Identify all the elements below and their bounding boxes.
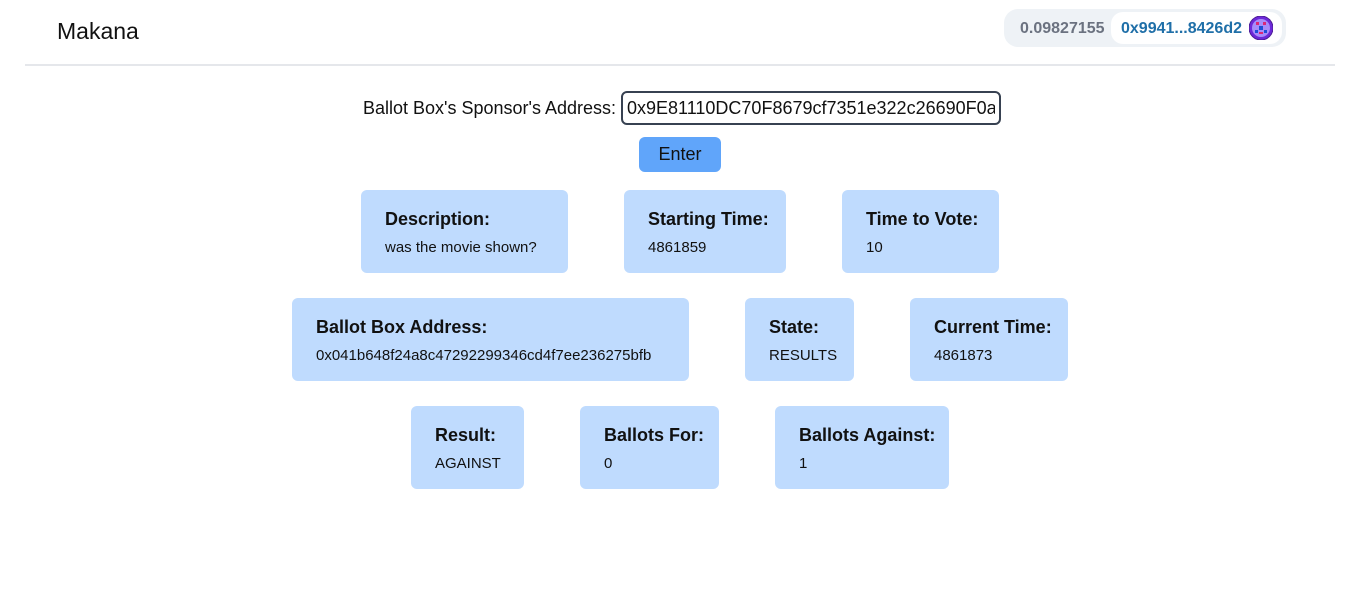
ballots-against-title: Ballots Against: xyxy=(799,425,936,445)
starting-time-value: 4861859 xyxy=(648,239,707,256)
ballots-for-value: 0 xyxy=(604,455,613,472)
description-title: Description: xyxy=(385,209,491,229)
wallet-widget[interactable]: 0.09827155 0x9941...8426d2 xyxy=(1004,9,1286,47)
starting-time-card: Starting Time: 4861859 xyxy=(624,190,786,273)
ballots-for-card: Ballots For: 0 xyxy=(580,406,719,489)
time-to-vote-value: 10 xyxy=(866,239,883,256)
state-title: State: xyxy=(769,317,820,337)
ballots-for-title: Ballots For: xyxy=(604,425,705,445)
current-time-title: Current Time: xyxy=(934,317,1052,337)
sponsor-address-row: Ballot Box's Sponsor's Address: xyxy=(363,91,1002,125)
ballots-against-card: Ballots Against: 1 xyxy=(775,406,949,489)
state-card: State: RESULTS xyxy=(745,298,854,381)
sponsor-address-label: Ballot Box's Sponsor's Address: xyxy=(363,97,617,118)
result-card: Result: AGAINST xyxy=(411,406,524,489)
ballot-box-address-title: Ballot Box Address: xyxy=(316,317,488,337)
ballot-box-address-value: 0x041b648f24a8c47292299346cd4f7ee236275b… xyxy=(316,347,652,364)
description-value: was the movie shown? xyxy=(385,239,537,256)
starting-time-title: Starting Time: xyxy=(648,209,769,229)
state-value: RESULTS xyxy=(769,347,838,364)
account-address: 0x9941...8426d2 xyxy=(1121,20,1242,37)
ballot-box-address-card: Ballot Box Address: 0x041b648f24a8c47292… xyxy=(292,298,689,381)
ballots-against-value: 1 xyxy=(799,455,808,472)
time-to-vote-card: Time to Vote: 10 xyxy=(842,190,999,273)
current-time-value: 4861873 xyxy=(934,347,993,364)
account-button[interactable]: 0x9941...8426d2 xyxy=(1111,12,1282,44)
sponsor-address-input[interactable] xyxy=(621,91,1002,125)
app-brand[interactable]: Makana xyxy=(57,18,139,45)
description-card: Description: was the movie shown? xyxy=(361,190,568,273)
identicon-avatar-icon xyxy=(1249,16,1273,40)
result-value: AGAINST xyxy=(435,455,501,472)
current-time-card: Current Time: 4861873 xyxy=(910,298,1068,381)
enter-button[interactable]: Enter xyxy=(639,137,721,172)
result-title: Result: xyxy=(435,425,497,445)
app-header: Makana 0.09827155 0x9941...8426d2 xyxy=(25,0,1335,66)
wallet-balance: 0.09827155 xyxy=(1020,20,1105,37)
time-to-vote-title: Time to Vote: xyxy=(866,209,979,229)
